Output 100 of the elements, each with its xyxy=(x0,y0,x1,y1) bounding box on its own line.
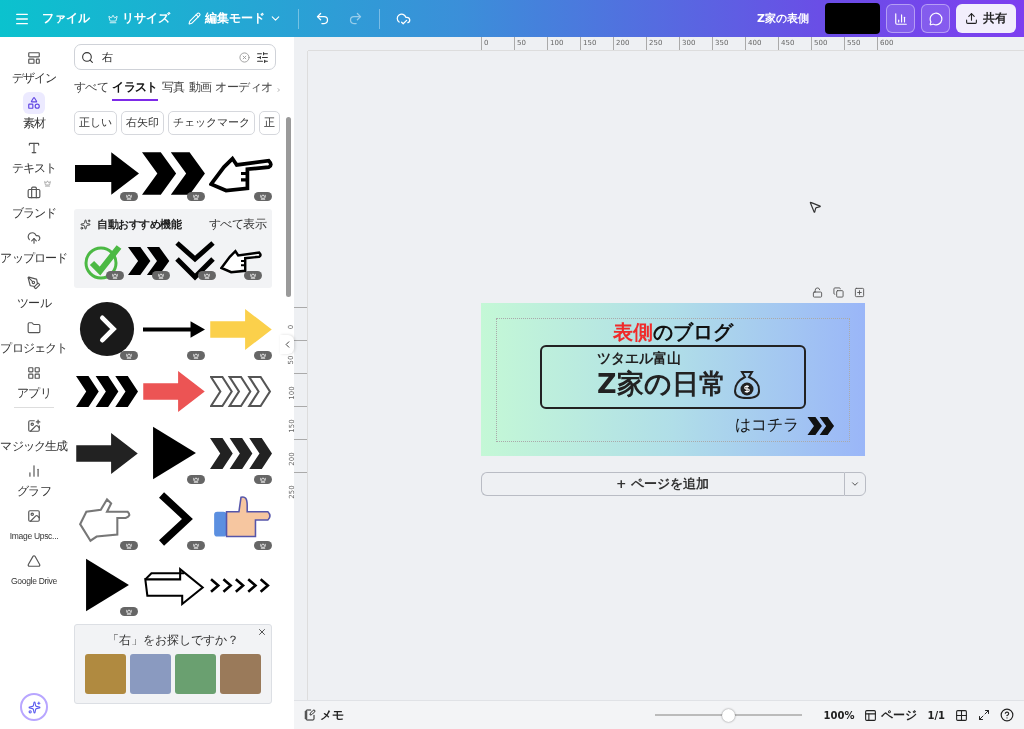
page-count: 1/1 xyxy=(927,709,945,721)
suggestion-chip[interactable]: 正しい xyxy=(74,111,117,135)
arrow-illustration xyxy=(143,370,205,412)
sidebar-item[interactable]: アップロード xyxy=(0,225,68,267)
notes-button[interactable]: メモ xyxy=(304,707,344,723)
design-canvas[interactable]: 表側のブログ ツタエル富山 Z家の日常 はコチラ xyxy=(481,303,865,456)
close-button[interactable] xyxy=(257,627,267,637)
recommend-title: 自動おすすめ機能 xyxy=(97,217,183,232)
help-icon[interactable] xyxy=(1000,708,1014,722)
sidebar-item[interactable]: デザイン xyxy=(0,45,68,87)
triangle-illustration xyxy=(83,557,131,613)
double-chevron-down-illustration xyxy=(175,241,215,281)
filter-icon[interactable] xyxy=(256,50,269,64)
magic-button[interactable] xyxy=(20,693,48,721)
undo-icon xyxy=(315,11,330,26)
folder-icon xyxy=(27,321,41,335)
sidebar-item[interactable]: マジック生成 xyxy=(0,413,68,455)
insights-button[interactable] xyxy=(886,4,915,33)
arrow-illustration xyxy=(210,308,272,350)
pages-icon xyxy=(864,708,878,722)
sidebar-item[interactable]: アプリ xyxy=(0,360,68,402)
double-chevron-illustration xyxy=(142,151,206,195)
bar-chart-icon xyxy=(27,464,41,478)
triangle-illustration xyxy=(150,425,198,481)
image-plus-icon xyxy=(27,419,41,433)
sidebar-item[interactable]: Image Upsc... xyxy=(0,503,68,545)
money-bag-icon xyxy=(731,369,762,399)
category-tab[interactable]: オーディオ xyxy=(215,79,273,101)
double-chevron-illustration xyxy=(128,247,170,275)
triple-chevron-illustration xyxy=(210,437,272,469)
image-icon xyxy=(27,509,41,523)
small-chevrons-illustration xyxy=(210,576,272,594)
lock-icon[interactable] xyxy=(812,287,823,298)
cta-text: はコチラ xyxy=(735,415,799,436)
category-tab[interactable]: すべて xyxy=(74,79,109,101)
subtitle-text: ツタエル富山 xyxy=(597,349,682,367)
redo-icon xyxy=(348,11,363,26)
cloud-upload-icon xyxy=(27,231,41,245)
close-icon xyxy=(257,627,267,637)
cloud-check-icon xyxy=(396,11,411,26)
pencil-icon xyxy=(188,12,201,25)
text-icon xyxy=(27,141,41,155)
suggestion-title: 「右」をお探しですか？ xyxy=(107,633,239,648)
mouse-cursor-icon xyxy=(808,200,822,214)
arrow-illustration xyxy=(76,432,138,474)
sidebar-item[interactable]: ブランド xyxy=(0,180,68,222)
search-icon xyxy=(81,50,94,64)
category-tab[interactable]: 写真 xyxy=(161,79,185,101)
design-title: Z家の表側 xyxy=(757,11,809,26)
fullscreen-icon[interactable] xyxy=(978,709,990,721)
grid-view-icon[interactable] xyxy=(955,708,968,722)
sketch-arrow-illustration xyxy=(143,564,205,606)
briefcase-icon xyxy=(27,186,41,200)
layout-icon xyxy=(27,51,41,65)
suggestion-chip[interactable]: チェックマーク xyxy=(168,111,255,135)
zoom-level: 100% xyxy=(823,709,855,721)
triple-chevron-illustration xyxy=(76,375,138,407)
comment-button[interactable] xyxy=(921,4,950,33)
clear-icon[interactable] xyxy=(239,51,250,63)
outline-chevrons-illustration xyxy=(210,375,272,407)
share-button[interactable]: 共有 xyxy=(956,4,1016,33)
arrow-illustration xyxy=(75,151,139,195)
sparkle-icon xyxy=(80,219,91,230)
design-title-text: 表側のブログ xyxy=(613,319,733,345)
sidebar-item[interactable]: Google Drive xyxy=(0,548,68,590)
sidebar-item[interactable]: グラフ xyxy=(0,458,68,500)
avatar-placeholder xyxy=(825,3,880,34)
duplicate-icon[interactable] xyxy=(833,287,844,298)
sidebar-item[interactable]: テキスト xyxy=(0,135,68,177)
bar-chart-icon xyxy=(893,11,908,26)
sidebar-item[interactable]: 素材 xyxy=(0,90,68,132)
sidebar-item[interactable]: ツール xyxy=(0,270,68,312)
apps-icon xyxy=(27,366,41,380)
suggestion-chip[interactable]: 右矢印 xyxy=(121,111,164,135)
crown-icon xyxy=(108,13,118,24)
add-page-dropdown[interactable] xyxy=(843,472,866,496)
notes-icon xyxy=(304,709,316,721)
suggestion-chip[interactable]: 正 xyxy=(259,111,280,135)
category-tab[interactable]: 動画 xyxy=(188,79,212,101)
collapse-panel-button[interactable] xyxy=(280,335,294,354)
circle-chevron-illustration xyxy=(79,301,135,357)
see-all-link[interactable]: すべて表示 xyxy=(209,217,266,232)
comment-icon xyxy=(928,11,943,26)
sparkle-icon xyxy=(27,700,41,714)
category-tab[interactable]: イラスト xyxy=(112,79,158,101)
sidebar-item[interactable]: プロジェクト xyxy=(0,315,68,357)
headline-text: Z家の日常 xyxy=(597,367,726,401)
crown-icon xyxy=(44,180,51,187)
scrollbar-thumb[interactable] xyxy=(285,117,291,297)
search-field[interactable]: 右 xyxy=(74,44,276,70)
shapes-icon xyxy=(27,96,41,110)
chevron-down-icon xyxy=(849,479,860,489)
double-chevron-icon xyxy=(807,416,835,435)
pen-icon xyxy=(27,276,41,290)
triangle-icon xyxy=(27,554,41,568)
pointing-hand-illustration xyxy=(220,247,262,275)
add-page-button[interactable]: + ページを追加 xyxy=(480,472,844,496)
upload-icon xyxy=(965,12,978,25)
add-page-icon[interactable] xyxy=(854,287,865,298)
pages-button[interactable]: ページ xyxy=(864,707,918,723)
